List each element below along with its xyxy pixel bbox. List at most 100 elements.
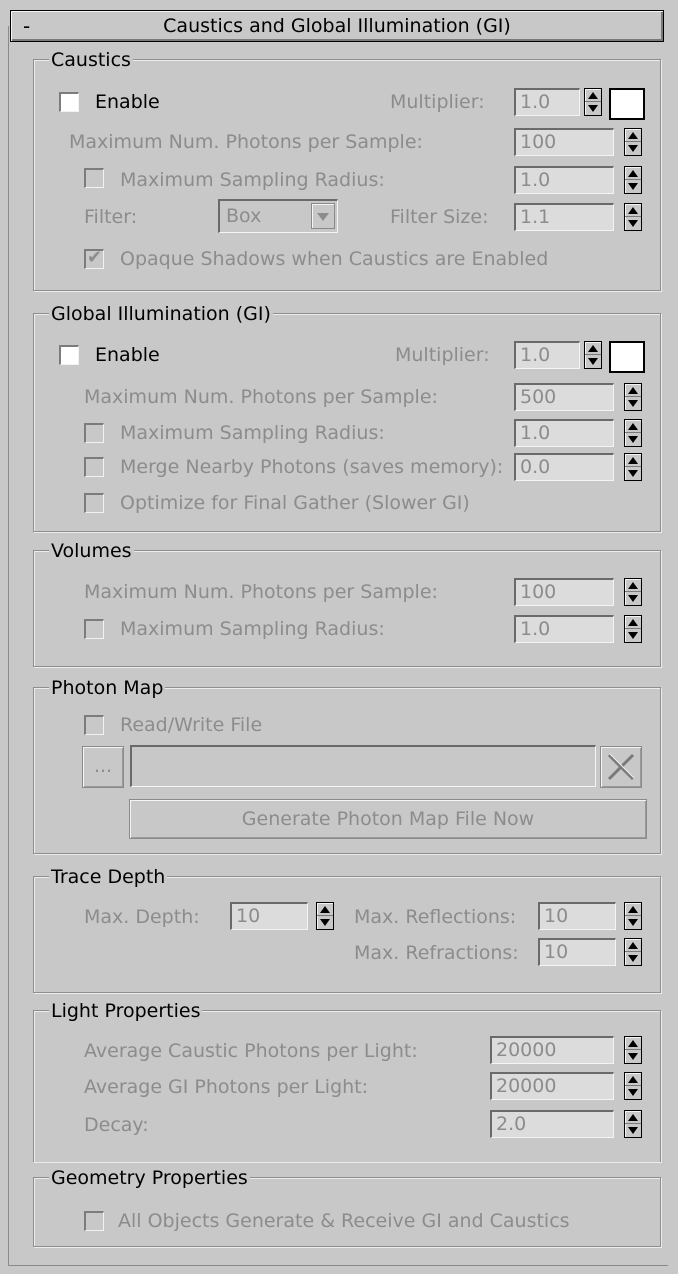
gi-max-radius-spinner[interactable] bbox=[624, 419, 642, 447]
spinner-up-icon[interactable] bbox=[628, 170, 638, 177]
spinner-up-icon[interactable] bbox=[628, 942, 638, 949]
volumes-max-radius-field[interactable]: 1.0 bbox=[514, 615, 614, 643]
spinner-up-icon[interactable] bbox=[628, 906, 638, 913]
photon-map-file-field[interactable] bbox=[130, 745, 596, 787]
caustics-multiplier-field[interactable]: 1.0 bbox=[514, 88, 580, 116]
photon-map-readwrite-checkbox[interactable] bbox=[84, 715, 104, 735]
spinner-divider bbox=[625, 915, 641, 916]
spinner-down-icon[interactable] bbox=[628, 595, 638, 602]
spinner-down-icon[interactable] bbox=[588, 105, 598, 112]
dropdown-button[interactable] bbox=[311, 203, 335, 229]
caustics-opaque-checkbox[interactable]: ✔ bbox=[84, 247, 104, 269]
caustics-max-photons-spinner[interactable] bbox=[624, 128, 642, 156]
caustics-multiplier-spinner[interactable] bbox=[584, 88, 602, 116]
gi-max-radius-field[interactable]: 1.0 bbox=[514, 419, 614, 447]
avg-caustic-photons-label: Average Caustic Photons per Light: bbox=[84, 1040, 418, 1062]
spinner-up-icon[interactable] bbox=[628, 132, 638, 139]
gi-enable-label: Enable bbox=[95, 344, 160, 366]
caustics-legend: Caustics bbox=[49, 49, 133, 71]
photon-map-readwrite-label: Read/Write File bbox=[120, 714, 263, 736]
volumes-max-radius-spinner[interactable] bbox=[624, 615, 642, 643]
rollout-header[interactable]: - Caustics and Global Illumination (GI) bbox=[10, 10, 664, 42]
spinner-up-icon[interactable] bbox=[320, 906, 330, 913]
all-objects-gi-checkbox[interactable] bbox=[84, 1211, 104, 1231]
gi-merge-checkbox[interactable] bbox=[84, 457, 104, 477]
caustics-enable-checkbox[interactable] bbox=[59, 92, 79, 112]
spinner-down-icon[interactable] bbox=[628, 183, 638, 190]
spinner-divider bbox=[625, 216, 641, 217]
gi-optimize-checkbox[interactable] bbox=[84, 493, 104, 513]
spinner-divider bbox=[317, 915, 333, 916]
spinner-down-icon[interactable] bbox=[628, 400, 638, 407]
spinner-down-icon[interactable] bbox=[628, 220, 638, 227]
spinner-down-icon[interactable] bbox=[628, 919, 638, 926]
gi-multiplier-spinner[interactable] bbox=[584, 341, 602, 369]
gi-enable-checkbox[interactable] bbox=[59, 345, 79, 365]
light-props-legend: Light Properties bbox=[49, 1000, 203, 1022]
avg-gi-photons-spinner[interactable] bbox=[624, 1072, 642, 1100]
caustics-filter-dropdown[interactable]: Box bbox=[218, 199, 338, 233]
caustics-max-radius-checkbox[interactable] bbox=[84, 168, 104, 188]
spinner-down-icon[interactable] bbox=[628, 1053, 638, 1060]
checkmark-icon: ✔ bbox=[87, 247, 103, 268]
trace-max-depth-spinner[interactable] bbox=[316, 902, 334, 930]
spinner-up-icon[interactable] bbox=[628, 387, 638, 394]
spinner-up-icon[interactable] bbox=[628, 1076, 638, 1083]
spinner-up-icon[interactable] bbox=[628, 619, 638, 626]
caustics-max-radius-spinner[interactable] bbox=[624, 166, 642, 194]
spinner-up-icon[interactable] bbox=[628, 1040, 638, 1047]
spinner-up-icon[interactable] bbox=[628, 457, 638, 464]
trace-max-reflections-field[interactable]: 10 bbox=[538, 902, 616, 930]
clear-file-button[interactable] bbox=[600, 746, 642, 788]
caustics-filter-size-label: Filter Size: bbox=[390, 206, 489, 228]
x-icon bbox=[607, 753, 635, 781]
volumes-max-radius-checkbox[interactable] bbox=[84, 619, 104, 639]
caustics-max-radius-field[interactable]: 1.0 bbox=[514, 166, 614, 194]
trace-max-reflections-spinner[interactable] bbox=[624, 902, 642, 930]
trace-max-refractions-spinner[interactable] bbox=[624, 938, 642, 966]
gi-merge-field[interactable]: 0.0 bbox=[514, 453, 614, 481]
caustics-max-photons-field[interactable]: 100 bbox=[514, 128, 614, 156]
decay-field[interactable]: 2.0 bbox=[490, 1110, 614, 1138]
browse-button[interactable]: ... bbox=[82, 746, 124, 788]
trace-max-depth-label: Max. Depth: bbox=[84, 906, 200, 928]
gi-color-swatch[interactable] bbox=[609, 341, 645, 373]
gi-max-radius-checkbox[interactable] bbox=[84, 423, 104, 443]
spinner-up-icon[interactable] bbox=[588, 92, 598, 99]
volumes-max-photons-field[interactable]: 100 bbox=[514, 578, 614, 606]
spinner-down-icon[interactable] bbox=[628, 1089, 638, 1096]
caustics-color-swatch[interactable] bbox=[609, 88, 645, 120]
geometry-props-legend: Geometry Properties bbox=[49, 1167, 250, 1189]
avg-caustic-photons-spinner[interactable] bbox=[624, 1036, 642, 1064]
spinner-up-icon[interactable] bbox=[588, 345, 598, 352]
spinner-down-icon[interactable] bbox=[628, 436, 638, 443]
gi-multiplier-field[interactable]: 1.0 bbox=[514, 341, 580, 369]
gi-merge-spinner[interactable] bbox=[624, 453, 642, 481]
generate-photon-map-button[interactable]: Generate Photon Map File Now bbox=[129, 799, 647, 839]
spinner-down-icon[interactable] bbox=[628, 1127, 638, 1134]
spinner-down-icon[interactable] bbox=[628, 470, 638, 477]
volumes-max-radius-label: Maximum Sampling Radius: bbox=[120, 618, 385, 640]
gi-max-photons-spinner[interactable] bbox=[624, 383, 642, 411]
caustics-filter-size-spinner[interactable] bbox=[624, 203, 642, 231]
spinner-down-icon[interactable] bbox=[628, 955, 638, 962]
spinner-up-icon[interactable] bbox=[628, 582, 638, 589]
spinner-up-icon[interactable] bbox=[628, 1114, 638, 1121]
spinner-down-icon[interactable] bbox=[588, 358, 598, 365]
gi-max-photons-field[interactable]: 500 bbox=[514, 383, 614, 411]
caustics-filter-value: Box bbox=[226, 205, 262, 227]
spinner-down-icon[interactable] bbox=[628, 632, 638, 639]
trace-max-refractions-field[interactable]: 10 bbox=[538, 938, 616, 966]
decay-spinner[interactable] bbox=[624, 1110, 642, 1138]
avg-caustic-photons-field[interactable]: 20000 bbox=[490, 1036, 614, 1064]
spinner-up-icon[interactable] bbox=[628, 207, 638, 214]
volumes-max-photons-label: Maximum Num. Photons per Sample: bbox=[84, 581, 438, 603]
volumes-max-photons-spinner[interactable] bbox=[624, 578, 642, 606]
caustics-filter-size-field[interactable]: 1.1 bbox=[514, 203, 614, 231]
spinner-up-icon[interactable] bbox=[628, 423, 638, 430]
trace-max-depth-field[interactable]: 10 bbox=[230, 902, 308, 930]
spinner-down-icon[interactable] bbox=[628, 145, 638, 152]
volumes-legend: Volumes bbox=[49, 540, 134, 562]
spinner-down-icon[interactable] bbox=[320, 919, 330, 926]
avg-gi-photons-field[interactable]: 20000 bbox=[490, 1072, 614, 1100]
